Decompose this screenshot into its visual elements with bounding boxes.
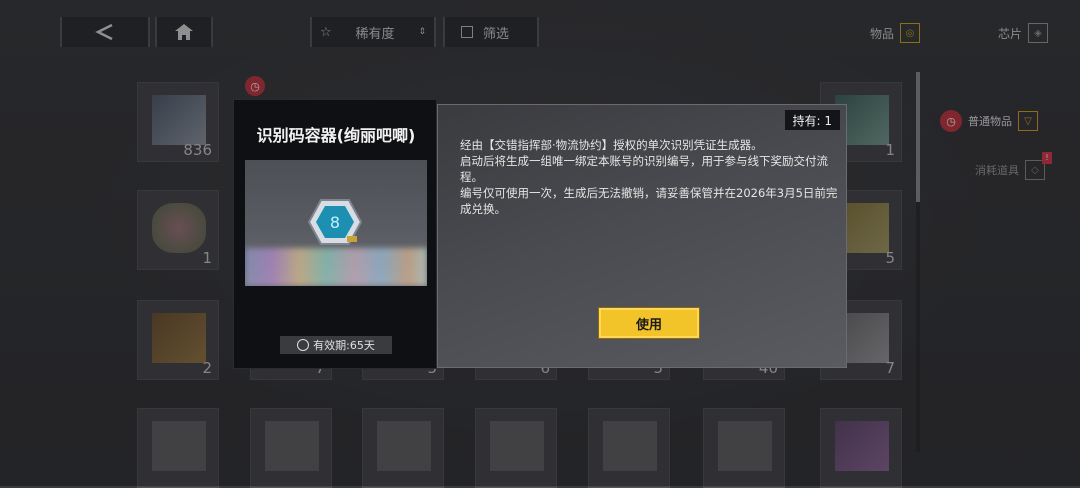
svg-text:8: 8: [330, 213, 340, 232]
item-description-panel: 持有: 1 经由【交错指挥部·物流协约】授权的单次识别凭证生成器。 启动后将生成…: [437, 104, 847, 368]
use-button-label: 使用: [635, 317, 662, 333]
validity-label: 有效期:65天: [280, 336, 392, 354]
item-name: 识别码容器(绚丽吧唧): [256, 126, 416, 145]
clock-icon: [297, 339, 310, 351]
code-container-icon: 8: [307, 199, 363, 245]
item-detail-card: 识别码容器(绚丽吧唧) 8 有效期:65天: [233, 99, 437, 369]
use-button[interactable]: 使用: [599, 308, 699, 338]
item-description: 经由【交错指挥部·物流协约】授权的单次识别凭证生成器。 启动后将生成一组唯一绑定…: [460, 138, 838, 216]
validity-text: 有效期:65天: [313, 339, 375, 352]
item-image: 8: [245, 160, 427, 286]
owned-count: 持有: 1: [784, 110, 840, 130]
rainbow-glow: [245, 248, 427, 286]
